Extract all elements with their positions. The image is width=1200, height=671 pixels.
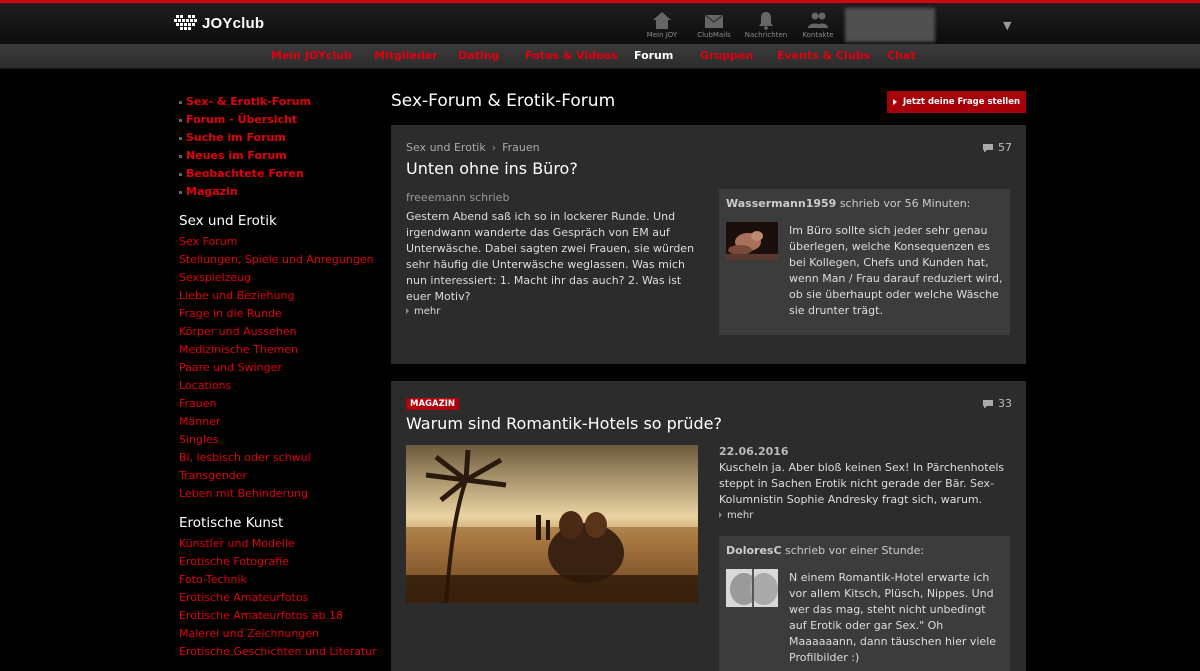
more-link[interactable]: mehr xyxy=(406,306,440,317)
sidebar-item[interactable]: Erotische Amateurfotos xyxy=(179,589,379,607)
sidebar-item[interactable]: Männer xyxy=(179,413,379,431)
sidebar-item[interactable]: Sex Forum xyxy=(179,233,379,251)
nachrichten-button[interactable]: Nachrichten xyxy=(744,10,788,39)
sidebar-link-beobachtete[interactable]: Beobachtete Foren xyxy=(186,165,379,183)
comment-count-value: 57 xyxy=(998,141,1012,154)
clubmails-button[interactable]: ClubMails xyxy=(692,10,736,39)
people-icon xyxy=(808,12,828,28)
reply-meta: schrieb vor einer Stunde: xyxy=(785,544,925,557)
magazine-card: MAGAZIN 33 Warum sind Romantik-Hotels so… xyxy=(391,381,1026,671)
sidebar-item[interactable]: Sexspielzeug xyxy=(179,269,379,287)
sidebar-link-neues[interactable]: Neues im Forum xyxy=(186,147,379,165)
breadcrumb-item[interactable]: Sex und Erotik xyxy=(406,141,486,154)
sidebar-link-sex-erotik-forum[interactable]: Sex- & Erotik-Forum xyxy=(186,93,379,111)
nav-dating[interactable]: Dating xyxy=(458,49,499,62)
nachrichten-label: Nachrichten xyxy=(744,31,788,39)
thread-card: Sex und Erotik › Frauen 57 Unten ohne ins … xyxy=(391,125,1026,364)
reply-username[interactable]: Wassermann1959 xyxy=(726,197,836,210)
reply-meta: schrieb vor 56 Minuten: xyxy=(839,197,971,210)
kontakte-button[interactable]: Kontakte xyxy=(796,10,840,39)
reply-avatar[interactable] xyxy=(726,569,778,607)
chevron-right-icon: › xyxy=(491,141,497,154)
reply-header: Wassermann1959 schrieb vor 56 Minuten: xyxy=(726,197,970,210)
sidebar-item[interactable]: Bi, lesbisch oder schwul xyxy=(179,449,379,467)
thread-title[interactable]: Unten ohne ins Büro? xyxy=(406,159,578,178)
article-date: 22.06.2016 xyxy=(719,445,789,458)
sidebar-section-title: Erotische Kunst xyxy=(179,515,284,531)
breadcrumb-item[interactable]: Frauen xyxy=(502,141,540,154)
article-title[interactable]: Warum sind Romantik-Hotels so prüde? xyxy=(406,414,722,433)
latest-reply: Wassermann1959 schrieb vor 56 Minuten: I… xyxy=(719,189,1010,335)
sidebar-top-links: Sex- & Erotik-Forum Forum - Übersicht Su… xyxy=(179,93,379,201)
sidebar-item[interactable]: Stellungen, Spiele und Anregungen xyxy=(179,251,379,269)
reply-text: Im Büro sollte sich jeder sehr genau übe… xyxy=(789,224,1003,317)
sidebar-item[interactable]: Locations xyxy=(179,377,379,395)
kontakte-label: Kontakte xyxy=(802,31,834,39)
nav-mein-joyclub[interactable]: Mein JOYclub xyxy=(271,49,352,62)
nav-events-clubs[interactable]: Events & Clubs xyxy=(777,49,870,62)
sidebar-item[interactable]: Paare und Swinger xyxy=(179,359,379,377)
thread-author[interactable]: freeemann schrieb xyxy=(406,191,509,204)
user-profile-area[interactable] xyxy=(845,8,935,42)
reply-header: DoloresC schrieb vor einer Stunde: xyxy=(726,544,924,557)
dropdown-arrow-icon[interactable]: ▼ xyxy=(1003,19,1011,32)
latest-reply: DoloresC schrieb vor einer Stunde: N ein… xyxy=(719,536,1010,671)
bell-icon xyxy=(759,12,773,30)
thread-breadcrumb: Sex und Erotik › Frauen xyxy=(406,141,540,154)
sidebar-link-forum-uebersicht[interactable]: Forum - Übersicht xyxy=(186,111,379,129)
more-link[interactable]: mehr xyxy=(719,510,753,521)
sidebar-item[interactable]: Malerei und Zeichnungen xyxy=(179,625,379,643)
nav-chat[interactable]: Chat xyxy=(887,49,916,62)
magazin-badge: MAGAZIN xyxy=(406,398,460,410)
logo-text: JOYclub xyxy=(202,14,265,32)
mein-joy-button[interactable]: Mein JOY xyxy=(640,10,684,39)
reply-text: N einem Romantik-Hotel erwarte ich vor a… xyxy=(789,571,997,664)
house-icon xyxy=(653,12,671,29)
sidebar-item[interactable]: Körper und Aussehen xyxy=(179,323,379,341)
sidebar-item[interactable]: Frauen xyxy=(179,395,379,413)
clubmails-label: ClubMails xyxy=(697,31,731,39)
sidebar-item[interactable]: Singles xyxy=(179,431,379,449)
reply-username[interactable]: DoloresC xyxy=(726,544,782,557)
thread-excerpt: Gestern Abend saß ich so in lockerer Run… xyxy=(406,210,695,303)
main-nav: Mein JOYclub Mitglieder Dating Fotos & V… xyxy=(0,44,1200,69)
comment-count[interactable]: 57 xyxy=(982,141,1012,154)
nav-forum[interactable]: Forum xyxy=(634,49,673,62)
sidebar: Sex- & Erotik-Forum Forum - Übersicht Su… xyxy=(179,93,379,661)
sidebar-item[interactable]: Medizinische Themen xyxy=(179,341,379,359)
logo[interactable]: JOYclub xyxy=(174,14,264,32)
sidebar-item[interactable]: Erotische Fotografie xyxy=(179,553,379,571)
sidebar-item[interactable]: Leben mit Behinderung xyxy=(179,485,379,503)
sidebar-item[interactable]: Transgender xyxy=(179,467,379,485)
sidebar-item[interactable]: Erotische Amateurfotos ab 18 xyxy=(179,607,379,625)
top-bar: JOYclub Mein JOY ClubMails Nachrichten K… xyxy=(0,3,1200,44)
top-icon-bar: Mein JOY ClubMails Nachrichten Kontakte xyxy=(640,10,848,39)
article-excerpt: Kuscheln ja. Aber bloß keinen Sex! In Pä… xyxy=(719,461,1005,506)
sidebar-item[interactable]: Liebe und Beziehung xyxy=(179,287,379,305)
article-image[interactable] xyxy=(406,445,698,603)
ask-question-button[interactable]: Jetzt deine Frage stellen xyxy=(887,91,1026,113)
sidebar-item[interactable]: Frage in die Runde xyxy=(179,305,379,323)
envelope-icon xyxy=(704,14,724,28)
nav-gruppen[interactable]: Gruppen xyxy=(700,49,753,62)
sidebar-item[interactable]: Foto-Technik xyxy=(179,571,379,589)
mein-joy-label: Mein JOY xyxy=(646,31,678,39)
page-title: Sex-Forum & Erotik-Forum xyxy=(391,91,616,111)
sidebar-item[interactable]: Erotische Geschichten und Literatur xyxy=(179,643,379,661)
comment-icon xyxy=(983,399,993,408)
nav-fotos-videos[interactable]: Fotos & Videos xyxy=(525,49,618,62)
sidebar-link-suche[interactable]: Suche im Forum xyxy=(186,129,379,147)
comment-count-value: 33 xyxy=(998,397,1012,410)
sidebar-link-magazin[interactable]: Magazin xyxy=(186,183,379,201)
sidebar-item[interactable]: Künstler und Modelle xyxy=(179,535,379,553)
sidebar-section-title: Sex und Erotik xyxy=(179,213,277,229)
reply-avatar[interactable] xyxy=(726,222,778,260)
heart-logo-icon xyxy=(174,15,197,30)
nav-mitglieder[interactable]: Mitglieder xyxy=(374,49,438,62)
comment-count[interactable]: 33 xyxy=(982,397,1012,410)
ask-question-label: Jetzt deine Frage stellen xyxy=(902,97,1021,107)
comment-icon xyxy=(983,143,993,152)
